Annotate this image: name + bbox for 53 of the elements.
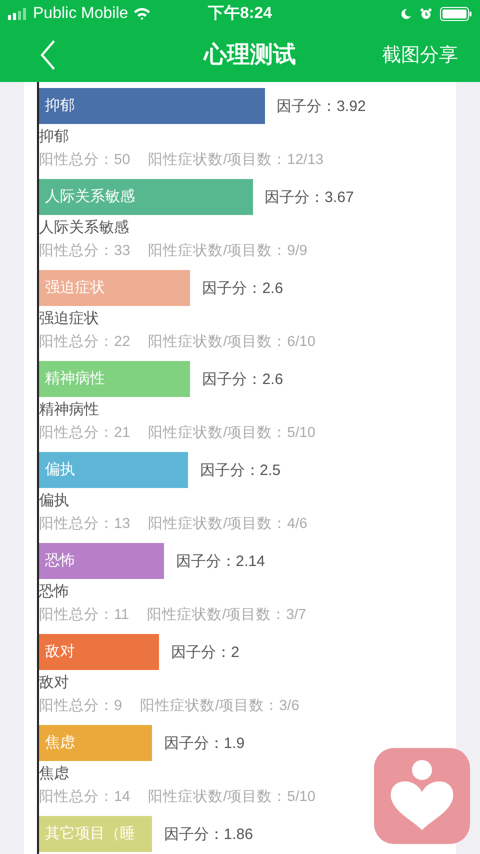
factor-score: 因子分：2.5 — [200, 461, 281, 480]
signal-icon — [8, 8, 28, 20]
app-shortcut-button[interactable] — [374, 748, 470, 844]
factor-bar: 偏执 — [39, 452, 188, 488]
clock-time: 下午8:24 — [208, 4, 272, 24]
carrier-name: Public Mobile — [33, 4, 128, 22]
factor-score: 因子分：2.6 — [202, 370, 284, 389]
positive-total: 阳性总分：13 — [39, 515, 130, 534]
wifi-icon — [133, 7, 152, 20]
factor-name: 敌对 — [39, 673, 70, 693]
factor-name: 人际关系敏感 — [39, 218, 130, 238]
factor-score: 因子分：2.6 — [202, 279, 284, 298]
factor-name: 抑郁 — [39, 127, 70, 147]
factor-name: 强迫症状 — [39, 309, 100, 329]
positive-total: 阳性总分：21 — [39, 424, 130, 443]
factor-bar: 恐怖 — [39, 543, 164, 579]
positive-total: 阳性总分：11 — [39, 606, 130, 625]
positive-total: 阳性总分：50 — [39, 151, 130, 170]
factor-score: 因子分：3.67 — [264, 188, 354, 207]
factor-bar: 强迫症状 — [39, 270, 190, 306]
factor-score: 因子分：2.14 — [176, 552, 265, 571]
moon-icon — [400, 8, 412, 20]
factor-name: 精神病性 — [39, 400, 100, 420]
symptom-ratio: 阳性症状数/项目数：5/10 — [148, 424, 316, 443]
factor-score: 因子分：1.9 — [164, 734, 245, 753]
symptom-ratio: 阳性症状数/项目数：5/10 — [148, 788, 316, 807]
factor-bar: 焦虑 — [39, 725, 152, 761]
factor-score: 因子分：2 — [171, 643, 240, 662]
symptom-ratio: 阳性症状数/项目数：9/9 — [148, 242, 308, 261]
positive-total: 阳性总分：9 — [39, 697, 122, 716]
factor-score: 因子分：3.92 — [276, 97, 366, 116]
factor-score: 因子分：1.86 — [164, 825, 253, 844]
symptom-ratio: 阳性症状数/项目数：3/6 — [140, 697, 300, 716]
factor-bar: 抑郁 — [39, 88, 265, 124]
battery-icon — [440, 6, 472, 20]
page-title: 心理测试 — [204, 40, 296, 69]
factor-name: 偏执 — [39, 491, 70, 511]
factor-bar: 敌对 — [39, 634, 159, 670]
positive-total: 阳性总分：22 — [39, 333, 130, 352]
factor-name: 焦虑 — [39, 764, 70, 784]
factor-bar: 人际关系敏感 — [39, 179, 253, 215]
positive-total: 阳性总分：14 — [39, 788, 130, 807]
symptom-ratio: 阳性症状数/项目数：12/13 — [148, 151, 324, 170]
alarm-icon — [420, 8, 432, 20]
symptom-ratio: 阳性症状数/项目数：4/6 — [148, 515, 308, 534]
symptom-ratio: 阳性症状数/项目数：6/10 — [148, 333, 316, 352]
factor-name: 恐怖 — [39, 582, 70, 602]
factor-bar: 其它项目（睡 — [39, 816, 152, 852]
factor-bar: 精神病性 — [39, 361, 190, 397]
symptom-ratio: 阳性症状数/项目数：3/7 — [147, 606, 306, 625]
back-button[interactable] — [40, 38, 58, 70]
share-screenshot-button[interactable]: 截图分享 — [382, 42, 458, 68]
positive-total: 阳性总分：33 — [39, 242, 130, 261]
